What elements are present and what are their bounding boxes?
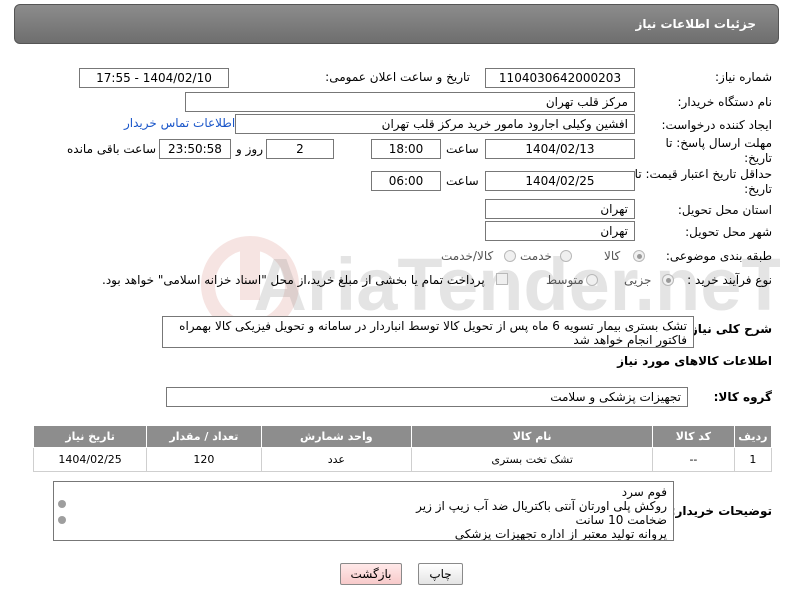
need-number-field: 1104030642000203 [485,68,635,88]
reply-date-field: 1404/02/13 [485,139,635,159]
category-both-radio[interactable] [504,250,516,262]
description-textarea[interactable]: تشک بستری بیمار تسویه 6 ماه پس از تحویل … [162,316,694,348]
requester-field: افشین وکیلی اجارود مامور خرید مرکز قلب ت… [235,114,635,134]
reply-hour-label: ساعت [446,142,479,156]
back-button[interactable]: بازگشت [340,563,402,585]
col-unit-header: واحد شمارش [260,425,413,448]
page: جزئیات اطلاعات نیاز AriaTender.neT شماره… [0,0,788,598]
price-time-field: 06:00 [371,171,441,191]
page-title: جزئیات اطلاعات نیاز [635,17,756,31]
announce-date-label: تاریخ و ساعت اعلان عمومی: [325,70,470,84]
col-name-header: نام کالا [411,425,654,448]
city-field: تهران [485,221,635,241]
price-hour-label: ساعت [446,174,479,188]
scroll-down-icon[interactable] [58,516,66,524]
price-validity-label: حداقل تاریخ اعتبار قیمت: تا تاریخ: [634,167,772,196]
purchase-medium-label: متوسط [546,273,584,287]
col-qty-header: تعداد / مقدار [146,425,262,448]
purchase-minor-label: جزیی [624,273,652,287]
buyer-note-line: روکش پلی اورتان آنتی باکتریال ضد آب زیپ … [416,499,667,513]
goods-table: ردیف کد کالا نام کالا واحد شمارش تعداد /… [32,425,773,472]
table-row: 1 -- تشک تخت بستری عدد 120 1404/02/25 [32,447,773,472]
buyer-notes-textarea[interactable]: فوم سرد روکش پلی اورتان آنتی باکتریال ضد… [53,481,674,541]
cell-row: 1 [733,447,773,472]
goods-table-header: ردیف کد کالا نام کالا واحد شمارش تعداد /… [32,425,773,448]
province-field: تهران [485,199,635,219]
reply-deadline-label: مهلت ارسال پاسخ: تا تاریخ: [665,136,772,165]
goods-group-label: گروه کالا: [713,390,772,404]
treasury-payment-checkbox[interactable] [496,273,508,285]
category-goods-radio[interactable] [633,250,645,262]
category-goods-label: کالا [604,249,621,263]
announce-date-field: 1404/02/10 - 17:55 [79,68,229,88]
goods-section-title: اطلاعات کالاهای مورد نیاز [617,354,772,368]
buyer-note-line: ضخامت 10 سانت [575,513,667,527]
remaining-time-label: ساعت باقی مانده [67,142,157,156]
buyer-org-label: نام دستگاه خریدار: [677,95,773,109]
purchase-type-label: نوع فرآیند خرید : [687,273,772,287]
remaining-time-field: 23:50:58 [159,139,231,159]
buyer-contact-link[interactable]: اطلاعات تماس خریدار [124,116,235,130]
price-date-field: 1404/02/25 [485,171,635,191]
scroll-up-icon[interactable] [58,500,66,508]
days-field: 2 [266,139,334,159]
cell-date: 1404/02/25 [32,447,148,472]
province-label: استان محل تحویل: [677,203,772,217]
treasury-payment-note: پرداخت تمام یا بخشی از مبلغ خرید،از محل … [102,273,485,287]
days-label: روز و [236,142,263,156]
print-button[interactable]: چاپ [418,563,463,585]
reply-time-field: 18:00 [371,139,441,159]
category-service-label: خدمت [520,249,552,263]
city-label: شهر محل تحویل: [685,225,772,239]
requester-label: ایجاد کننده درخواست: [661,118,772,132]
cell-unit: عدد [260,447,413,472]
cell-qty: 120 [146,447,262,472]
buyer-note-line: پروانه تولید معتبر از اداره تجهیزات پزشک… [454,527,667,541]
buyer-notes-label: توضیحات خریدار: [670,504,772,518]
purchase-medium-radio[interactable] [586,274,598,286]
need-number-label: شماره نیاز: [715,70,772,84]
cell-name: تشک تخت بستری [411,447,654,472]
category-both-label: کالا/خدمت [441,249,494,263]
col-row-header: ردیف [733,425,773,448]
purchase-minor-radio[interactable] [662,274,674,286]
buyer-org-field: مرکز قلب تهران [185,92,635,112]
buyer-note-line: فوم سرد [621,485,667,499]
col-code-header: کد کالا [652,425,735,448]
description-label: شرح کلی نیاز: [686,322,772,336]
category-service-radio[interactable] [560,250,572,262]
col-date-header: تاریخ نیاز [32,425,148,448]
cell-code: -- [652,447,735,472]
header-bar: جزئیات اطلاعات نیاز [14,4,779,44]
goods-group-field: تجهیزات پزشکی و سلامت [166,387,688,407]
category-label: طبقه بندی موضوعی: [665,249,772,263]
